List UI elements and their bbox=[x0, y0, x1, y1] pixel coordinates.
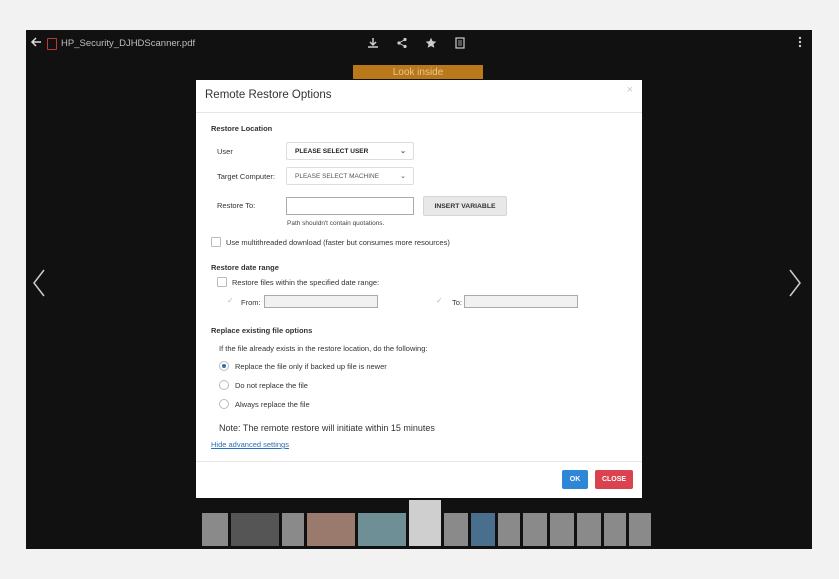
remote-restore-dialog: Remote Restore Options × Restore Locatio… bbox=[196, 80, 642, 498]
multithreaded-label: Use multithreaded download (faster but c… bbox=[226, 238, 450, 247]
viewer-toolbar: HP_Security_DJHDScanner.pdf bbox=[26, 30, 812, 58]
do-not-replace-label: Do not replace the file bbox=[235, 381, 308, 390]
page-thumbnail[interactable] bbox=[231, 513, 279, 546]
share-icon[interactable] bbox=[395, 36, 409, 50]
restore-to-label: Restore To: bbox=[217, 201, 256, 210]
chevron-right-icon[interactable] bbox=[788, 268, 802, 303]
replace-if-newer-radio[interactable] bbox=[219, 361, 229, 371]
replace-options-intro: If the file already exists in the restor… bbox=[219, 344, 428, 353]
file-name: HP_Security_DJHDScanner.pdf bbox=[61, 38, 196, 49]
date-range-checkbox[interactable] bbox=[217, 277, 227, 287]
ok-label: OK bbox=[569, 476, 581, 483]
chevron-down-icon: ⌄ bbox=[400, 148, 406, 155]
to-date-input[interactable] bbox=[464, 295, 578, 308]
user-select[interactable]: PLEASE SELECT USER ⌄ bbox=[286, 142, 414, 160]
restore-location-heading: Restore Location bbox=[211, 124, 273, 133]
more-vertical-icon[interactable] bbox=[798, 36, 802, 51]
target-computer-label: Target Computer: bbox=[217, 172, 275, 181]
close-label: CLOSE bbox=[601, 476, 627, 483]
path-hint: Path shouldn't contain quotations. bbox=[287, 220, 385, 227]
dialog-header: Remote Restore Options × bbox=[196, 80, 642, 113]
checkmark-icon: ✓ bbox=[227, 296, 234, 305]
dialog-footer-divider bbox=[196, 461, 642, 462]
target-computer-select-value: PLEASE SELECT MACHINE bbox=[295, 173, 380, 180]
do-not-replace-radio[interactable] bbox=[219, 380, 229, 390]
target-computer-select[interactable]: PLEASE SELECT MACHINE ⌄ bbox=[286, 167, 414, 185]
look-inside-label: Look inside bbox=[392, 67, 444, 78]
page-thumbnail[interactable] bbox=[498, 513, 520, 546]
checkmark-icon: ✓ bbox=[436, 296, 443, 305]
download-icon[interactable] bbox=[366, 36, 380, 50]
insert-variable-button[interactable]: INSERT VARIABLE bbox=[423, 196, 507, 216]
page-thumbnail[interactable] bbox=[604, 513, 626, 546]
insert-variable-label: INSERT VARIABLE bbox=[434, 203, 496, 210]
from-date-input[interactable] bbox=[264, 295, 378, 308]
chevron-left-icon[interactable] bbox=[32, 268, 46, 303]
page-thumbnail[interactable] bbox=[282, 513, 304, 546]
toolbar-actions bbox=[366, 36, 467, 50]
always-replace-label: Always replace the file bbox=[235, 400, 310, 409]
close-button[interactable]: CLOSE bbox=[595, 470, 633, 489]
page-thumbnail[interactable] bbox=[307, 513, 355, 546]
document-icon[interactable] bbox=[453, 36, 467, 50]
user-select-value: PLEASE SELECT USER bbox=[295, 148, 369, 155]
multithreaded-checkbox[interactable] bbox=[211, 237, 221, 247]
page-thumbnail[interactable] bbox=[577, 513, 601, 546]
pdf-file-icon bbox=[47, 38, 57, 50]
replace-options-heading: Replace existing file options bbox=[211, 326, 313, 335]
page-thumbnail[interactable] bbox=[550, 513, 574, 546]
page-thumbnail[interactable] bbox=[471, 513, 495, 546]
chevron-down-icon: ⌄ bbox=[400, 173, 406, 180]
ok-button[interactable]: OK bbox=[562, 470, 588, 489]
from-label: From: bbox=[241, 298, 261, 307]
dialog-title: Remote Restore Options bbox=[205, 89, 332, 101]
restore-note: Note: The remote restore will initiate w… bbox=[219, 423, 435, 433]
close-icon[interactable]: × bbox=[627, 84, 633, 96]
page-thumbnail[interactable] bbox=[523, 513, 547, 546]
restore-to-input[interactable] bbox=[286, 197, 414, 215]
replace-if-newer-label: Replace the file only if backed up file … bbox=[235, 362, 387, 371]
user-label: User bbox=[217, 147, 233, 156]
page-thumbnails bbox=[202, 500, 651, 546]
restore-date-range-heading: Restore date range bbox=[211, 263, 279, 272]
back-arrow-icon[interactable] bbox=[30, 36, 42, 50]
date-range-label: Restore files within the specified date … bbox=[232, 278, 380, 287]
to-label: To: bbox=[452, 298, 463, 307]
always-replace-radio[interactable] bbox=[219, 399, 229, 409]
page-thumbnail[interactable] bbox=[358, 513, 406, 546]
look-inside-button[interactable]: Look inside bbox=[353, 65, 483, 79]
page-thumbnail[interactable] bbox=[629, 513, 651, 546]
page-thumbnail[interactable] bbox=[202, 513, 228, 546]
star-icon[interactable] bbox=[424, 36, 438, 50]
page-thumbnail[interactable] bbox=[444, 513, 468, 546]
page-thumbnail-active[interactable] bbox=[409, 500, 441, 546]
hide-advanced-settings-link[interactable]: Hide advanced settings bbox=[211, 440, 289, 449]
